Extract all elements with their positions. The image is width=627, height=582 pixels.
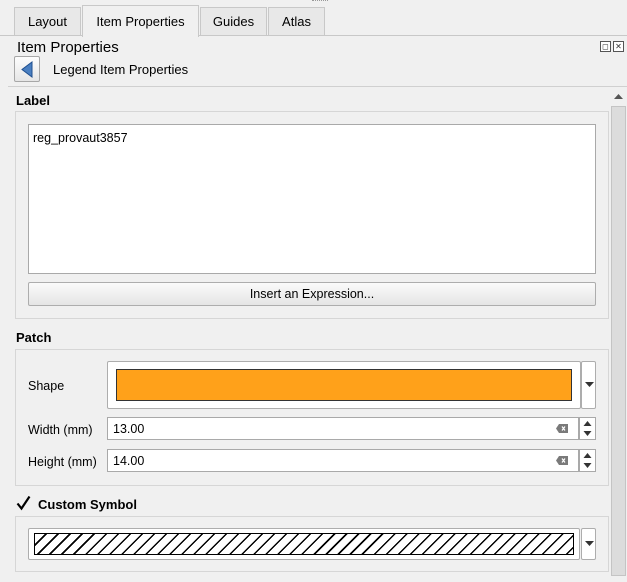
custom-symbol-label[interactable]: Custom Symbol — [38, 497, 137, 512]
header-separator — [8, 86, 627, 87]
dock-buttons: ◻ ✕ — [600, 41, 624, 52]
insert-expression-button[interactable]: Insert an Expression... — [28, 282, 596, 306]
chevron-down-icon — [585, 382, 594, 387]
shape-label: Shape — [28, 379, 65, 393]
back-button[interactable] — [14, 56, 40, 82]
spinner-arrows-icon — [583, 421, 592, 436]
symbol-button[interactable] — [28, 528, 580, 560]
tab-atlas[interactable]: Atlas — [268, 7, 325, 35]
symbol-dropdown-button[interactable] — [581, 528, 596, 560]
label-section-header: Label — [16, 93, 50, 108]
chevron-down-icon — [585, 541, 594, 546]
left-triangle-icon — [21, 61, 33, 78]
label-text-area[interactable]: reg_provaut3857 — [28, 124, 596, 274]
label-text: reg_provaut3857 — [33, 131, 128, 145]
tab-guides[interactable]: Guides — [200, 7, 267, 35]
tab-bar: Layout Item Properties Guides Atlas — [0, 0, 627, 37]
panel-title: Item Properties — [17, 39, 119, 56]
shape-color-swatch — [116, 369, 572, 401]
patch-section-header: Patch — [16, 330, 52, 345]
close-icon[interactable]: ✕ — [613, 41, 624, 52]
panel-subtitle: Legend Item Properties — [53, 62, 189, 77]
chevron-up-icon — [614, 94, 623, 99]
height-value: 14.00 — [113, 454, 145, 468]
shape-button[interactable] — [107, 361, 581, 409]
width-label: Width (mm) — [28, 423, 93, 437]
height-label: Height (mm) — [28, 455, 97, 469]
width-value: 13.00 — [113, 422, 145, 436]
height-input[interactable]: 14.00 — [107, 449, 579, 472]
float-icon[interactable]: ◻ — [600, 41, 611, 52]
clear-icon[interactable] — [556, 456, 568, 465]
width-spinner[interactable] — [579, 417, 596, 440]
checkmark-icon — [16, 495, 31, 511]
spinner-arrows-icon — [583, 453, 592, 468]
tab-item-properties[interactable]: Item Properties — [82, 5, 199, 37]
scroll-up-button[interactable] — [610, 88, 627, 105]
height-spinner[interactable] — [579, 449, 596, 472]
custom-symbol-checkbox[interactable] — [16, 495, 31, 511]
hatch-pattern-swatch — [34, 533, 574, 555]
clear-icon[interactable] — [556, 424, 568, 433]
tab-layout[interactable]: Layout — [14, 7, 81, 35]
shape-dropdown-button[interactable] — [581, 361, 596, 409]
scroll-thumb[interactable] — [611, 106, 626, 576]
width-input[interactable]: 13.00 — [107, 417, 579, 440]
